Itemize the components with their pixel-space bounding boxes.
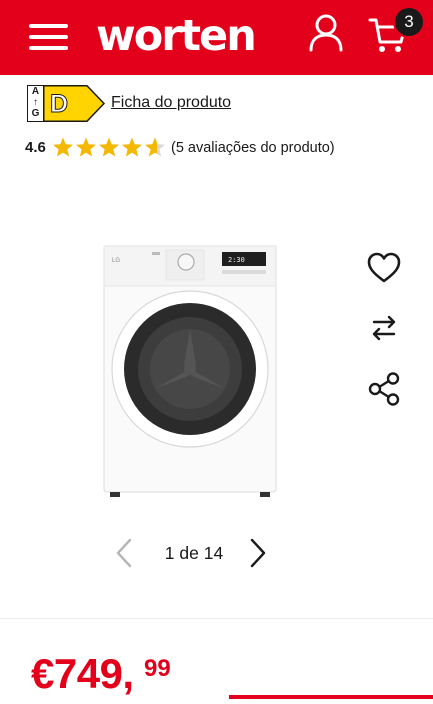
compare-arrows-icon[interactable] bbox=[366, 310, 402, 346]
rating-row[interactable]: 4.6 (5 avaliações do produto) bbox=[25, 136, 425, 162]
star-icon bbox=[76, 137, 96, 157]
share-icon[interactable] bbox=[366, 371, 402, 407]
star-icon bbox=[53, 137, 73, 157]
menu-line bbox=[29, 35, 68, 39]
panel-display: 2:30 bbox=[228, 256, 245, 264]
energy-scale-bottom: G bbox=[31, 108, 40, 119]
star-icon bbox=[99, 137, 119, 157]
worten-logo[interactable]: worten bbox=[96, 10, 257, 62]
product-image[interactable]: LG 2:30 bbox=[100, 244, 280, 500]
pager-text: 1 de 14 bbox=[164, 543, 224, 563]
rating-count[interactable]: (5 avaliações do produto) bbox=[171, 140, 335, 156]
energy-scale-top: A bbox=[31, 86, 40, 97]
hamburger-menu-icon[interactable] bbox=[29, 22, 69, 52]
energy-scale-arrow: ↑ bbox=[33, 97, 38, 108]
price: €749, 99 bbox=[31, 648, 171, 704]
star-icon bbox=[122, 137, 142, 157]
energy-class-letter: D bbox=[49, 90, 69, 119]
chevron-left-icon[interactable] bbox=[110, 536, 138, 570]
section-divider bbox=[0, 618, 433, 619]
cart-count-badge: 3 bbox=[393, 6, 425, 38]
price-cents: 99 bbox=[144, 655, 171, 682]
heart-icon[interactable] bbox=[366, 250, 402, 286]
bottom-accent-bar bbox=[229, 695, 433, 699]
image-pager: 1 de 14 bbox=[110, 536, 275, 572]
menu-line bbox=[29, 24, 68, 28]
rating-value: 4.6 bbox=[25, 139, 46, 156]
price-main: €749, bbox=[31, 650, 134, 697]
energy-scale: A ↑ G bbox=[27, 85, 44, 122]
menu-line bbox=[29, 46, 68, 50]
top-header: worten 3 bbox=[0, 0, 433, 75]
panel-brand: LG bbox=[112, 258, 120, 264]
rating-stars bbox=[53, 137, 165, 157]
energy-label[interactable]: A ↑ G D bbox=[27, 85, 105, 123]
chevron-right-icon[interactable] bbox=[244, 536, 272, 570]
product-sheet-link[interactable]: Ficha do produto bbox=[111, 94, 231, 112]
user-icon[interactable] bbox=[309, 14, 343, 52]
star-icon bbox=[145, 137, 165, 157]
